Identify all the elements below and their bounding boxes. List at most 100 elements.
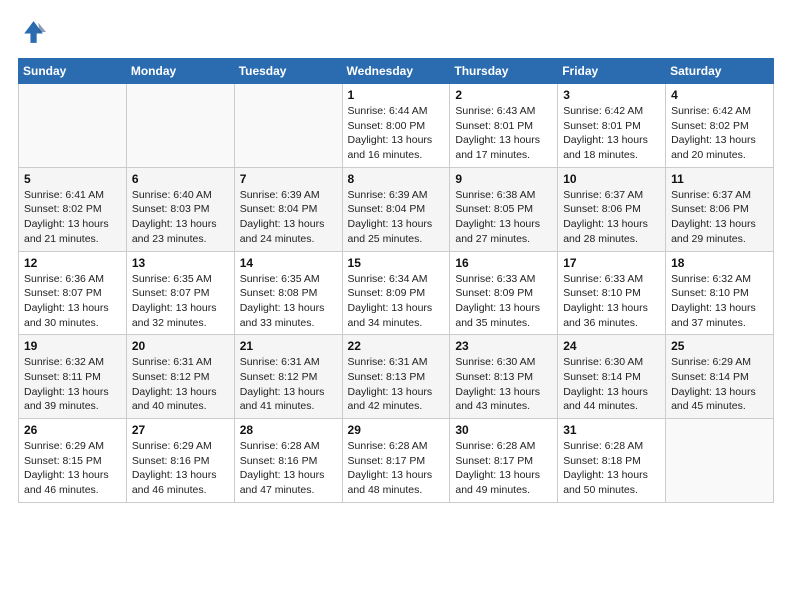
- day-info: Sunrise: 6:31 AMSunset: 8:12 PMDaylight:…: [132, 355, 229, 414]
- header-cell-tuesday: Tuesday: [234, 59, 342, 84]
- day-number: 2: [455, 88, 552, 102]
- day-info: Sunrise: 6:40 AMSunset: 8:03 PMDaylight:…: [132, 188, 229, 247]
- day-cell: 13 Sunrise: 6:35 AMSunset: 8:07 PMDayligh…: [126, 251, 234, 335]
- day-number: 13: [132, 256, 229, 270]
- day-number: 24: [563, 339, 660, 353]
- day-cell: 10Sunrise: 6:37 AMSunset: 8:06 PMDayligh…: [558, 167, 666, 251]
- day-cell: 5 Sunrise: 6:41 AMSunset: 8:02 PMDaylight…: [19, 167, 127, 251]
- day-cell: 17Sunrise: 6:33 AMSunset: 8:10 PMDayligh…: [558, 251, 666, 335]
- day-number: 6: [132, 172, 229, 186]
- day-info: Sunrise: 6:35 AMSunset: 8:07 PMDaylight:…: [132, 272, 229, 331]
- day-number: 28: [240, 423, 337, 437]
- day-number: 5: [24, 172, 121, 186]
- week-row-1: 1 Sunrise: 6:44 AMSunset: 8:00 PMDaylight…: [19, 84, 774, 168]
- header-cell-sunday: Sunday: [19, 59, 127, 84]
- day-info: Sunrise: 6:31 AMSunset: 8:13 PMDaylight:…: [348, 355, 445, 414]
- header-cell-monday: Monday: [126, 59, 234, 84]
- day-cell: 27 Sunrise: 6:29 AMSunset: 8:16 PMDayligh…: [126, 419, 234, 503]
- header-row: SundayMondayTuesdayWednesdayThursdayFrid…: [19, 59, 774, 84]
- day-number: 18: [671, 256, 768, 270]
- day-number: 16: [455, 256, 552, 270]
- day-cell: 8Sunrise: 6:39 AMSunset: 8:04 PMDaylight…: [342, 167, 450, 251]
- page: SundayMondayTuesdayWednesdayThursdayFrid…: [0, 0, 792, 513]
- day-cell: 18Sunrise: 6:32 AMSunset: 8:10 PMDayligh…: [666, 251, 774, 335]
- day-info: Sunrise: 6:31 AMSunset: 8:12 PMDaylight:…: [240, 355, 337, 414]
- day-cell: 16 Sunrise: 6:33 AMSunset: 8:09 PMDayligh…: [450, 251, 558, 335]
- day-info: Sunrise: 6:44 AMSunset: 8:00 PMDaylight:…: [348, 104, 445, 163]
- day-number: 8: [348, 172, 445, 186]
- day-cell: 24 Sunrise: 6:30 AMSunset: 8:14 PMDayligh…: [558, 335, 666, 419]
- day-cell: [234, 84, 342, 168]
- day-cell: 26 Sunrise: 6:29 AMSunset: 8:15 PMDayligh…: [19, 419, 127, 503]
- day-number: 10: [563, 172, 660, 186]
- day-number: 27: [132, 423, 229, 437]
- day-cell: 1 Sunrise: 6:44 AMSunset: 8:00 PMDaylight…: [342, 84, 450, 168]
- day-info: Sunrise: 6:39 AMSunset: 8:04 PMDaylight:…: [240, 188, 337, 247]
- day-info: Sunrise: 6:37 AMSunset: 8:06 PMDaylight:…: [671, 188, 768, 247]
- header-cell-saturday: Saturday: [666, 59, 774, 84]
- week-row-5: 26 Sunrise: 6:29 AMSunset: 8:15 PMDayligh…: [19, 419, 774, 503]
- day-info: Sunrise: 6:35 AMSunset: 8:08 PMDaylight:…: [240, 272, 337, 331]
- week-row-3: 12 Sunrise: 6:36 AMSunset: 8:07 PMDayligh…: [19, 251, 774, 335]
- day-info: Sunrise: 6:38 AMSunset: 8:05 PMDaylight:…: [455, 188, 552, 247]
- day-info: Sunrise: 6:33 AMSunset: 8:09 PMDaylight:…: [455, 272, 552, 331]
- day-info: Sunrise: 6:29 AMSunset: 8:15 PMDaylight:…: [24, 439, 121, 498]
- day-cell: 19 Sunrise: 6:32 AMSunset: 8:11 PMDayligh…: [19, 335, 127, 419]
- header: [18, 18, 774, 46]
- day-number: 21: [240, 339, 337, 353]
- day-number: 11: [671, 172, 768, 186]
- logo: [18, 18, 50, 46]
- day-info: Sunrise: 6:42 AMSunset: 8:02 PMDaylight:…: [671, 104, 768, 163]
- day-cell: 6 Sunrise: 6:40 AMSunset: 8:03 PMDaylight…: [126, 167, 234, 251]
- day-number: 4: [671, 88, 768, 102]
- day-cell: 21 Sunrise: 6:31 AMSunset: 8:12 PMDayligh…: [234, 335, 342, 419]
- week-row-2: 5 Sunrise: 6:41 AMSunset: 8:02 PMDaylight…: [19, 167, 774, 251]
- day-number: 22: [348, 339, 445, 353]
- day-cell: 9Sunrise: 6:38 AMSunset: 8:05 PMDaylight…: [450, 167, 558, 251]
- day-number: 20: [132, 339, 229, 353]
- day-cell: [666, 419, 774, 503]
- week-row-4: 19 Sunrise: 6:32 AMSunset: 8:11 PMDayligh…: [19, 335, 774, 419]
- logo-icon: [18, 18, 46, 46]
- calendar-table: SundayMondayTuesdayWednesdayThursdayFrid…: [18, 58, 774, 503]
- day-number: 3: [563, 88, 660, 102]
- day-number: 25: [671, 339, 768, 353]
- day-number: 26: [24, 423, 121, 437]
- day-info: Sunrise: 6:43 AMSunset: 8:01 PMDaylight:…: [455, 104, 552, 163]
- header-cell-friday: Friday: [558, 59, 666, 84]
- day-cell: 31 Sunrise: 6:28 AMSunset: 8:18 PMDayligh…: [558, 419, 666, 503]
- day-cell: 29Sunrise: 6:28 AMSunset: 8:17 PMDayligh…: [342, 419, 450, 503]
- day-cell: [19, 84, 127, 168]
- day-cell: 20 Sunrise: 6:31 AMSunset: 8:12 PMDayligh…: [126, 335, 234, 419]
- day-cell: 12 Sunrise: 6:36 AMSunset: 8:07 PMDayligh…: [19, 251, 127, 335]
- day-cell: 23Sunrise: 6:30 AMSunset: 8:13 PMDayligh…: [450, 335, 558, 419]
- day-cell: 4 Sunrise: 6:42 AMSunset: 8:02 PMDaylight…: [666, 84, 774, 168]
- day-info: Sunrise: 6:34 AMSunset: 8:09 PMDaylight:…: [348, 272, 445, 331]
- day-cell: 15Sunrise: 6:34 AMSunset: 8:09 PMDayligh…: [342, 251, 450, 335]
- day-info: Sunrise: 6:36 AMSunset: 8:07 PMDaylight:…: [24, 272, 121, 331]
- day-cell: 11 Sunrise: 6:37 AMSunset: 8:06 PMDayligh…: [666, 167, 774, 251]
- day-number: 19: [24, 339, 121, 353]
- day-info: Sunrise: 6:28 AMSunset: 8:16 PMDaylight:…: [240, 439, 337, 498]
- day-cell: 2 Sunrise: 6:43 AMSunset: 8:01 PMDaylight…: [450, 84, 558, 168]
- day-info: Sunrise: 6:30 AMSunset: 8:14 PMDaylight:…: [563, 355, 660, 414]
- day-cell: 3Sunrise: 6:42 AMSunset: 8:01 PMDaylight…: [558, 84, 666, 168]
- day-info: Sunrise: 6:41 AMSunset: 8:02 PMDaylight:…: [24, 188, 121, 247]
- day-info: Sunrise: 6:28 AMSunset: 8:18 PMDaylight:…: [563, 439, 660, 498]
- day-number: 31: [563, 423, 660, 437]
- header-cell-wednesday: Wednesday: [342, 59, 450, 84]
- day-number: 30: [455, 423, 552, 437]
- day-number: 12: [24, 256, 121, 270]
- day-info: Sunrise: 6:30 AMSunset: 8:13 PMDaylight:…: [455, 355, 552, 414]
- day-cell: 22 Sunrise: 6:31 AMSunset: 8:13 PMDayligh…: [342, 335, 450, 419]
- day-number: 14: [240, 256, 337, 270]
- day-info: Sunrise: 6:32 AMSunset: 8:11 PMDaylight:…: [24, 355, 121, 414]
- day-info: Sunrise: 6:29 AMSunset: 8:14 PMDaylight:…: [671, 355, 768, 414]
- day-cell: 30Sunrise: 6:28 AMSunset: 8:17 PMDayligh…: [450, 419, 558, 503]
- day-info: Sunrise: 6:33 AMSunset: 8:10 PMDaylight:…: [563, 272, 660, 331]
- header-cell-thursday: Thursday: [450, 59, 558, 84]
- day-info: Sunrise: 6:29 AMSunset: 8:16 PMDaylight:…: [132, 439, 229, 498]
- day-number: 1: [348, 88, 445, 102]
- day-cell: 28 Sunrise: 6:28 AMSunset: 8:16 PMDayligh…: [234, 419, 342, 503]
- day-cell: 7Sunrise: 6:39 AMSunset: 8:04 PMDaylight…: [234, 167, 342, 251]
